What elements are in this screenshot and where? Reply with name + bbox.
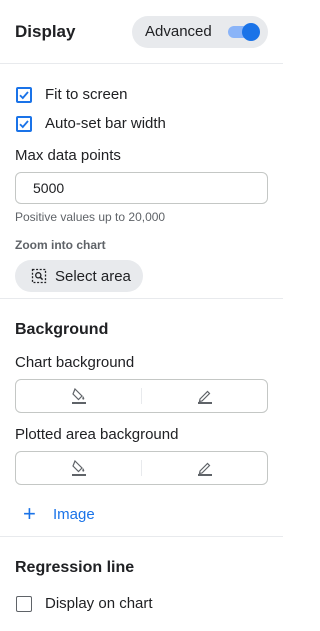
auto-bar-width-label: Auto-set bar width [45, 115, 166, 132]
chart-border-color-button[interactable] [142, 380, 267, 412]
plus-icon: + [23, 501, 36, 526]
regression-title: Regression line [15, 559, 135, 576]
fill-bucket-icon [71, 459, 86, 476]
advanced-label: Advanced [145, 23, 212, 40]
fit-to-screen-row[interactable]: Fit to screen [15, 80, 268, 109]
fill-bucket-icon [71, 387, 86, 404]
select-area-button[interactable]: Select area [15, 260, 143, 292]
fit-to-screen-checkbox[interactable] [16, 86, 32, 103]
display-on-chart-row[interactable]: Display on chart [15, 589, 268, 618]
background-title: Background [15, 321, 109, 338]
auto-bar-width-row[interactable]: Auto-set bar width [15, 109, 268, 138]
max-data-points-label: Max data points [15, 147, 121, 164]
plotted-area-background-picker [15, 451, 268, 485]
advanced-toggle[interactable]: Advanced [132, 15, 268, 48]
pencil-icon [197, 390, 212, 404]
display-section: Fit to screen Auto-set bar width Max dat… [0, 64, 283, 299]
advanced-switch[interactable] [228, 22, 260, 41]
switch-knob [242, 22, 260, 41]
plotted-area-background-label: Plotted area background [15, 426, 179, 443]
display-title: Display [15, 21, 76, 41]
chart-fill-color-button[interactable] [16, 380, 141, 412]
plotted-fill-color-button[interactable] [16, 452, 141, 484]
zoom-select-icon [31, 268, 47, 284]
auto-bar-width-checkbox[interactable] [16, 115, 32, 132]
select-area-label: Select area [55, 267, 131, 285]
max-data-points-hint: Positive values up to 20,000 [15, 210, 166, 224]
background-section: Background Chart background Plotted area… [0, 299, 283, 537]
max-data-points-input[interactable]: 5000 [15, 172, 268, 204]
add-image-button[interactable]: + Image [15, 501, 268, 527]
chart-background-picker [15, 379, 268, 413]
regression-section: Regression line Display on chart [0, 537, 283, 618]
zoom-label: Zoom into chart [15, 238, 106, 252]
fit-to-screen-label: Fit to screen [45, 86, 128, 103]
pencil-icon [197, 462, 212, 476]
plotted-border-color-button[interactable] [142, 452, 267, 484]
panel-header: Display Advanced [0, 0, 283, 64]
add-image-label: Image [53, 505, 95, 523]
checkmark-icon [19, 90, 29, 99]
display-on-chart-label: Display on chart [45, 595, 153, 612]
display-on-chart-checkbox[interactable] [16, 595, 32, 612]
checkmark-icon [19, 119, 29, 128]
chart-background-label: Chart background [15, 354, 135, 371]
